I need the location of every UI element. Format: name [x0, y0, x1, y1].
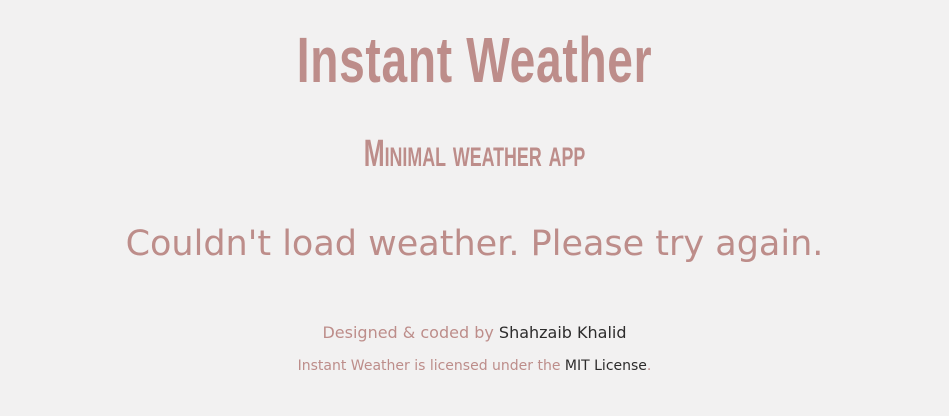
license-prefix: Instant Weather is licensed under the	[297, 358, 561, 374]
weather-app: Instant Weather Minimal weather app Coul…	[0, 0, 949, 416]
license-suffix: .	[646, 358, 652, 374]
footer: Designed & coded by Shahzaib Khalid Inst…	[0, 318, 949, 380]
credit-prefix: Designed & coded by	[322, 323, 494, 342]
app-title: Instant Weather	[296, 24, 653, 96]
license-line: Instant Weather is licensed under the MI…	[0, 352, 949, 380]
mit-license-link[interactable]: MIT License	[565, 358, 647, 374]
credit-line: Designed & coded by Shahzaib Khalid	[0, 318, 949, 348]
error-message: Couldn't load weather. Please try again.	[125, 224, 824, 264]
author-link[interactable]: Shahzaib Khalid	[499, 323, 627, 342]
app-subtitle: Minimal weather app	[363, 133, 586, 175]
